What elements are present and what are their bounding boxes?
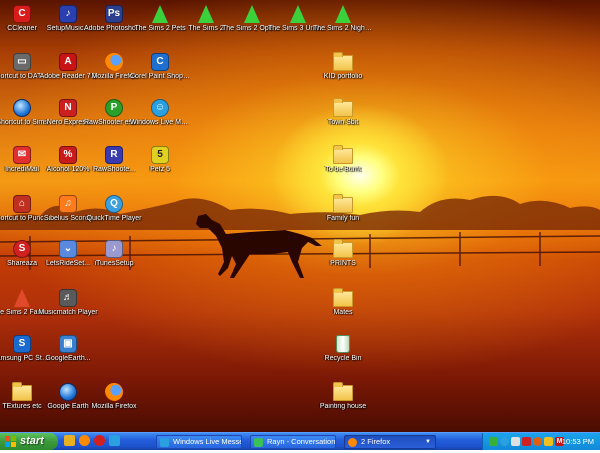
messenger-icon: ☺ (151, 99, 169, 117)
windows-logo-icon (5, 436, 16, 447)
sims-icon (335, 5, 351, 23)
messenger-icon (160, 438, 169, 447)
globe-icon (13, 99, 31, 117)
folder-icon (333, 288, 353, 307)
musicmatch-icon: ♬ (59, 289, 77, 307)
desktop-icon-googleearth-setup[interactable]: ▣ GoogleEarth... (38, 334, 98, 378)
setup-music-icon: ♪ (59, 5, 77, 23)
rawshooter-icon: P (105, 99, 123, 117)
sibelius-icon: ♫ (59, 195, 77, 213)
desktop-icon-family-fun[interactable]: Family fun (313, 194, 373, 238)
firefox-icon[interactable] (79, 435, 90, 446)
antivirus-icon[interactable] (533, 437, 542, 446)
folder-icon (333, 145, 353, 164)
corel-icon: C (151, 53, 169, 71)
network-icon[interactable] (489, 437, 498, 446)
alcohol-icon: % (59, 146, 77, 164)
nero-icon: N (59, 99, 77, 117)
punch-icon: ⌂ (13, 195, 31, 213)
messenger-icon (254, 438, 263, 447)
chevron-down-icon: ▼ (425, 439, 431, 445)
desktop-icon-corel-paint-shop[interactable]: CCorel Paint Shop Pro Ph... (130, 52, 190, 96)
ccleaner-icon: C (13, 5, 31, 23)
taskbar-button-rayn-conversation[interactable]: Rayn - Conversation (250, 435, 336, 449)
petz-icon: 5 (151, 146, 169, 164)
photoshop-icon: Ps (105, 5, 123, 23)
quicktime-icon: Q (105, 195, 123, 213)
folder-icon (333, 239, 353, 258)
google-earth-icon (59, 383, 77, 401)
desktop-icon-itunes-setup[interactable]: ♪ iTunesSetup (84, 239, 144, 283)
shareaza-icon: S (13, 240, 31, 258)
recycle-bin-icon (336, 335, 350, 353)
wallpaper-horse (196, 214, 322, 278)
messenger-tray-icon[interactable] (500, 437, 509, 446)
desktop-icon-mates[interactable]: Mates (313, 288, 373, 332)
desktop-icon-painting-house[interactable]: Painting house (313, 382, 373, 426)
update-icon[interactable] (544, 437, 553, 446)
volume-icon[interactable] (511, 437, 520, 446)
setup-icon: ⌄ (59, 240, 77, 258)
desktop-icon-prints[interactable]: PRINTS (313, 239, 373, 283)
taskbar-button-windows-live-messenger[interactable]: Windows Live Messen... (156, 435, 242, 449)
taskbar-button-firefox-group[interactable]: 2 Firefox ▼ (344, 435, 436, 449)
shield-icon[interactable] (522, 437, 531, 446)
desktop-wallpaper: CCCleaner ▭Shortcut to DATA BACK... Shor… (0, 0, 600, 432)
folder-icon (12, 382, 32, 401)
sims-icon (244, 5, 260, 23)
setup-icon: ▣ (59, 335, 77, 353)
desktop-icon-sims2-nightlife[interactable]: The Sims 2 Nightlife (313, 4, 373, 48)
firefox-icon (105, 383, 123, 401)
samsung-icon: S (13, 335, 31, 353)
sims-icon (152, 5, 168, 23)
sims-icon (198, 5, 214, 23)
desktop-icon-quicktime[interactable]: Q QuickTime Player (84, 194, 144, 238)
taskbar: start Windows Live Messen... Rayn - Conv… (0, 432, 600, 450)
start-button[interactable]: start (0, 433, 58, 450)
desktop-icon-to-be-burnt[interactable]: To be Burnt (313, 145, 373, 189)
opera-icon[interactable] (94, 435, 105, 446)
clock[interactable]: 10:53 PM (562, 433, 594, 450)
folder-icon (333, 194, 353, 213)
desktop-icon-recycle-bin[interactable]: Recycle Bin (313, 334, 373, 378)
folder-icon (333, 52, 353, 71)
firefox-icon (105, 53, 123, 71)
rawshooter-icon: R (105, 146, 123, 164)
desktop-icon-musicmatch[interactable]: ♬ Musicmatch Player (38, 288, 98, 332)
desktop-icon-kid-portfolio[interactable]: KID portfolio (313, 52, 373, 96)
start-label: start (20, 435, 44, 447)
ie-icon[interactable] (109, 435, 120, 446)
mail-icon: ✉ (13, 146, 31, 164)
sims-icon (290, 5, 306, 23)
itunes-icon: ♪ (105, 240, 123, 258)
quick-launch (64, 435, 124, 449)
folder-icon (333, 98, 353, 117)
sims-icon (14, 289, 30, 307)
desktop-icon-town-sbit[interactable]: Town Sbit (313, 98, 373, 142)
media-icon[interactable] (64, 435, 75, 446)
desktop-icon-windows-live-messenger[interactable]: ☺Windows Live Messenger (130, 98, 190, 142)
drive-icon: ▭ (13, 53, 31, 71)
desktop-icon-firefox-2[interactable]: Mozilla Firefox (84, 382, 144, 426)
adobe-reader-icon: A (59, 53, 77, 71)
folder-icon (333, 382, 353, 401)
firefox-icon (348, 438, 357, 447)
system-tray: M 10:53 PM (482, 433, 600, 450)
desktop-icon-petz5[interactable]: 5 Petz 5 (130, 145, 190, 189)
